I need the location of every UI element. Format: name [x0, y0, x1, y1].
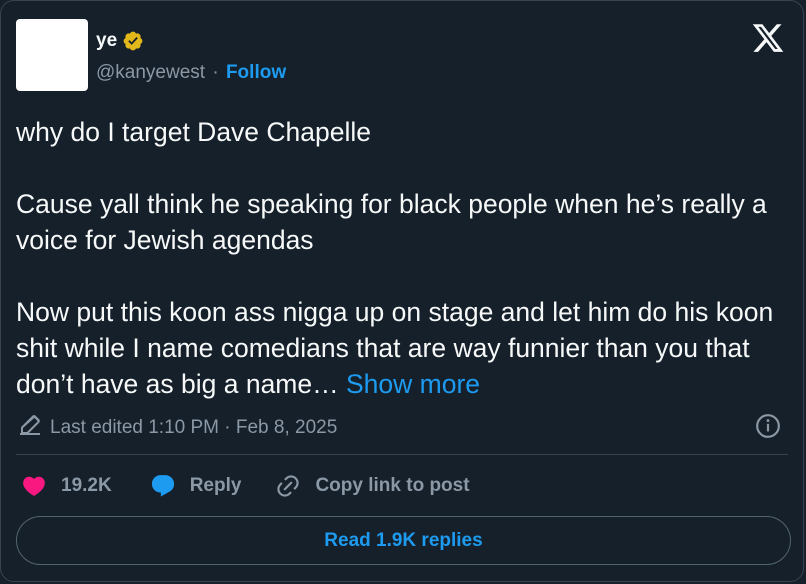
post-body: why do I target Dave Chapelle Cause yall… [16, 117, 774, 399]
avatar[interactable] [16, 19, 88, 91]
post-text: why do I target Dave Chapelle Cause yall… [16, 114, 791, 402]
action-bar: 19.2K Reply Copy link to post [21, 473, 470, 499]
show-more-link[interactable]: Show more [346, 369, 480, 399]
separator-dot: · [212, 62, 219, 83]
author-handle[interactable]: @kanyewest [96, 62, 205, 83]
pencil-icon [18, 413, 42, 443]
read-replies-button[interactable]: Read 1.9K replies [16, 516, 791, 565]
reply-button[interactable]: Reply [150, 473, 242, 499]
x-logo-icon[interactable] [751, 21, 785, 55]
verified-badge-icon [122, 30, 144, 52]
follow-button[interactable]: Follow [226, 62, 286, 83]
handle-row: @kanyewest · Follow [96, 62, 286, 84]
heart-icon [23, 476, 45, 496]
author-name-row: ye [96, 30, 144, 52]
divider [16, 454, 788, 455]
like-button[interactable]: 19.2K [21, 473, 112, 499]
reply-bubble-icon [151, 475, 174, 497]
edited-timestamp[interactable]: Last edited 1:10 PM · Feb 8, 2025 [18, 413, 337, 443]
embedded-post-card: ye @kanyewest · Follow why do I target D… [0, 0, 804, 582]
edited-label: Last edited 1:10 PM · Feb 8, 2025 [50, 417, 338, 438]
like-count: 19.2K [61, 475, 112, 496]
info-icon[interactable] [755, 413, 781, 439]
author-name[interactable]: ye [96, 30, 117, 52]
link-icon [277, 475, 300, 497]
reply-label: Reply [189, 475, 242, 496]
read-replies-label: Read 1.9K replies [324, 529, 483, 551]
copy-link-button[interactable]: Copy link to post [275, 473, 470, 499]
copy-link-label: Copy link to post [315, 475, 470, 496]
